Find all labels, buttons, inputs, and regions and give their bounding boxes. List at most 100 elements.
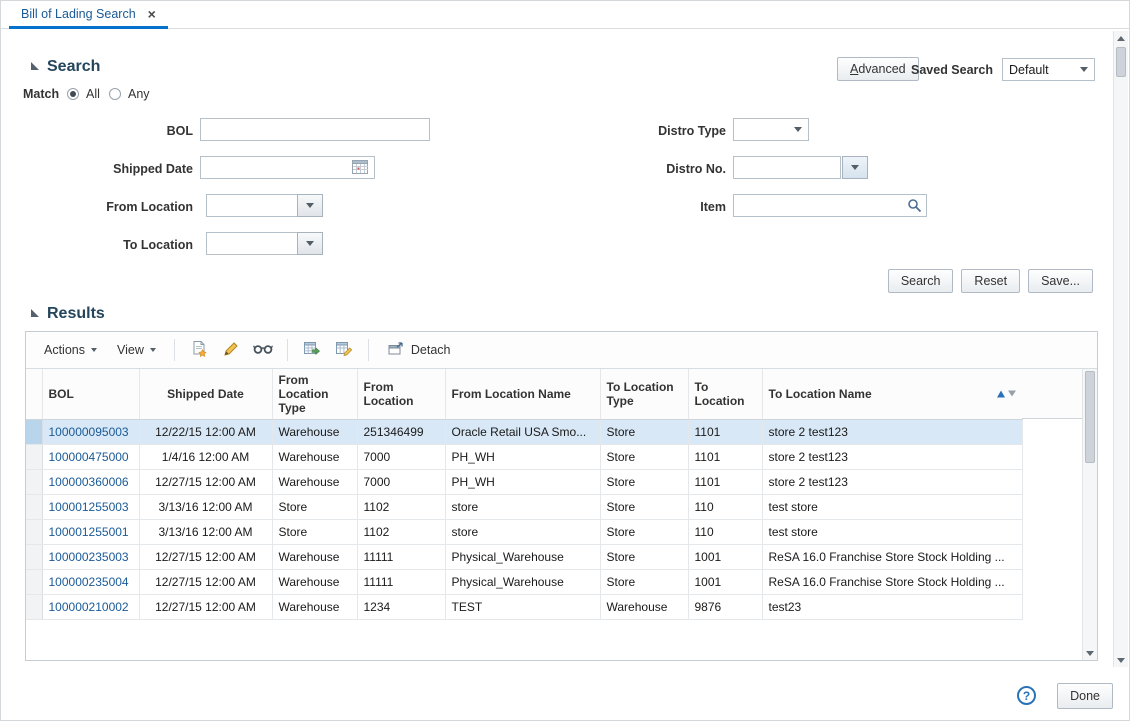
- detach-label: Detach: [411, 343, 451, 357]
- cell-bol[interactable]: 100000210002: [42, 594, 139, 619]
- from-location-input[interactable]: [206, 194, 298, 217]
- cell-to-location-type: Store: [600, 494, 688, 519]
- results-collapse-icon[interactable]: [31, 309, 39, 317]
- save-button[interactable]: Save...: [1028, 269, 1093, 293]
- create-button[interactable]: [185, 337, 213, 363]
- table-row[interactable]: 10000036000612/27/15 12:00 AMWarehouse70…: [26, 469, 1022, 494]
- calendar-icon[interactable]: [352, 159, 369, 175]
- sort-descending-icon[interactable]: [1008, 391, 1016, 397]
- cell-shipped-date: 1/4/16 12:00 AM: [139, 444, 272, 469]
- column-header-shipped-date[interactable]: Shipped Date: [139, 369, 272, 419]
- cell-bol[interactable]: 100000475000: [42, 444, 139, 469]
- actions-menu-label: Actions: [44, 343, 85, 357]
- tab-close-icon[interactable]: ×: [148, 7, 156, 21]
- column-header-from-location-name[interactable]: From Location Name: [445, 369, 600, 419]
- column-header-to-location-type[interactable]: To Location Type: [600, 369, 688, 419]
- match-any-radio[interactable]: [109, 88, 121, 100]
- cell-bol[interactable]: 100000235003: [42, 544, 139, 569]
- table-row[interactable]: 1000012550013/13/16 12:00 AMStore1102sto…: [26, 519, 1022, 544]
- column-header-from-location-type[interactable]: From Location Type: [272, 369, 357, 419]
- results-scrollbar[interactable]: [1082, 369, 1097, 660]
- toolbar-separator: [287, 339, 288, 361]
- table-row[interactable]: 10000023500312/27/15 12:00 AMWarehouse11…: [26, 544, 1022, 569]
- distro-no-input[interactable]: [733, 156, 841, 179]
- row-selector[interactable]: [26, 544, 42, 569]
- cell-bol[interactable]: 100001255003: [42, 494, 139, 519]
- column-header-bol[interactable]: BOL: [42, 369, 139, 419]
- view-record-button[interactable]: [249, 337, 277, 363]
- cell-from-location: 7000: [357, 444, 445, 469]
- row-selector[interactable]: [26, 494, 42, 519]
- results-scrollbar-thumb[interactable]: [1085, 371, 1095, 463]
- actions-menu-button[interactable]: Actions: [36, 339, 105, 361]
- item-label: Item: [594, 200, 726, 214]
- row-selector[interactable]: [26, 469, 42, 494]
- column-header-to-location-name[interactable]: To Location Name: [762, 369, 1022, 419]
- cell-from-location: 11111: [357, 544, 445, 569]
- distro-type-dropdown[interactable]: [733, 118, 809, 141]
- page-scrollbar[interactable]: [1113, 31, 1128, 667]
- scroll-down-arrow[interactable]: [1114, 653, 1128, 667]
- scroll-up-arrow[interactable]: [1114, 31, 1128, 45]
- cell-bol[interactable]: 100000360006: [42, 469, 139, 494]
- results-grid: BOL Shipped Date From Location Type From…: [26, 369, 1082, 660]
- table-row[interactable]: 10000023500412/27/15 12:00 AMWarehouse11…: [26, 569, 1022, 594]
- saved-search-dropdown[interactable]: Default: [1002, 58, 1095, 81]
- cell-to-location-name: test store: [762, 494, 1022, 519]
- table-row[interactable]: 10000009500312/22/15 12:00 AMWarehouse25…: [26, 419, 1022, 444]
- cell-bol[interactable]: 100001255001: [42, 519, 139, 544]
- table-row[interactable]: 1000004750001/4/16 12:00 AMWarehouse7000…: [26, 444, 1022, 469]
- cell-to-location-name: store 2 test123: [762, 444, 1022, 469]
- column-header-from-location[interactable]: From Location: [357, 369, 445, 419]
- cell-from-location-type: Warehouse: [272, 544, 357, 569]
- search-button[interactable]: Search: [888, 269, 954, 293]
- table-row[interactable]: 1000012550033/13/16 12:00 AMStore1102sto…: [26, 494, 1022, 519]
- sort-ascending-icon[interactable]: [997, 390, 1005, 397]
- row-selector[interactable]: [26, 569, 42, 594]
- to-location-input[interactable]: [206, 232, 298, 255]
- search-icon[interactable]: [907, 198, 922, 213]
- help-button[interactable]: ?: [1017, 686, 1036, 705]
- row-selector[interactable]: [26, 519, 42, 544]
- table-row[interactable]: 10000021000212/27/15 12:00 AMWarehouse12…: [26, 594, 1022, 619]
- pencil-icon: [222, 340, 240, 361]
- column-header-to-location[interactable]: To Location: [688, 369, 762, 419]
- cell-to-location-name: ReSA 16.0 Franchise Store Stock Holding …: [762, 544, 1022, 569]
- edit-button[interactable]: [217, 337, 245, 363]
- export-button[interactable]: [330, 337, 358, 363]
- detach-button[interactable]: Detach: [379, 337, 459, 364]
- search-collapse-icon[interactable]: [31, 62, 39, 70]
- export-to-excel-button[interactable]: [298, 337, 326, 363]
- cell-from-location: 11111: [357, 569, 445, 594]
- cell-bol[interactable]: 100000235004: [42, 569, 139, 594]
- cell-to-location: 1001: [688, 569, 762, 594]
- advanced-button[interactable]: Advanced: [837, 57, 919, 81]
- row-selector[interactable]: [26, 419, 42, 444]
- cell-to-location-name: test store: [762, 519, 1022, 544]
- cell-from-location: 7000: [357, 469, 445, 494]
- scroll-down-arrow[interactable]: [1083, 646, 1097, 660]
- distro-no-dropdown-button[interactable]: [842, 156, 868, 179]
- bol-input[interactable]: [200, 118, 430, 141]
- cell-to-location: 1001: [688, 544, 762, 569]
- row-selector[interactable]: [26, 444, 42, 469]
- cell-to-location-name: store 2 test123: [762, 469, 1022, 494]
- shipped-date-input[interactable]: [200, 156, 375, 179]
- page-scrollbar-thumb[interactable]: [1116, 47, 1126, 77]
- to-location-dropdown-button[interactable]: [297, 232, 323, 255]
- from-location-dropdown-button[interactable]: [297, 194, 323, 217]
- tab-label: Bill of Lading Search: [21, 7, 136, 21]
- item-input[interactable]: [733, 194, 927, 217]
- view-menu-label: View: [117, 343, 144, 357]
- match-all-radio[interactable]: [67, 88, 79, 100]
- row-selector[interactable]: [26, 594, 42, 619]
- cell-from-location-name: PH_WH: [445, 469, 600, 494]
- cell-from-location-type: Warehouse: [272, 594, 357, 619]
- chevron-down-icon: [1086, 651, 1094, 656]
- glasses-icon: [253, 342, 273, 358]
- reset-button[interactable]: Reset: [961, 269, 1020, 293]
- done-button[interactable]: Done: [1057, 683, 1113, 709]
- cell-bol[interactable]: 100000095003: [42, 419, 139, 444]
- view-menu-button[interactable]: View: [109, 339, 164, 361]
- tab-bill-of-lading-search[interactable]: Bill of Lading Search ×: [9, 1, 168, 29]
